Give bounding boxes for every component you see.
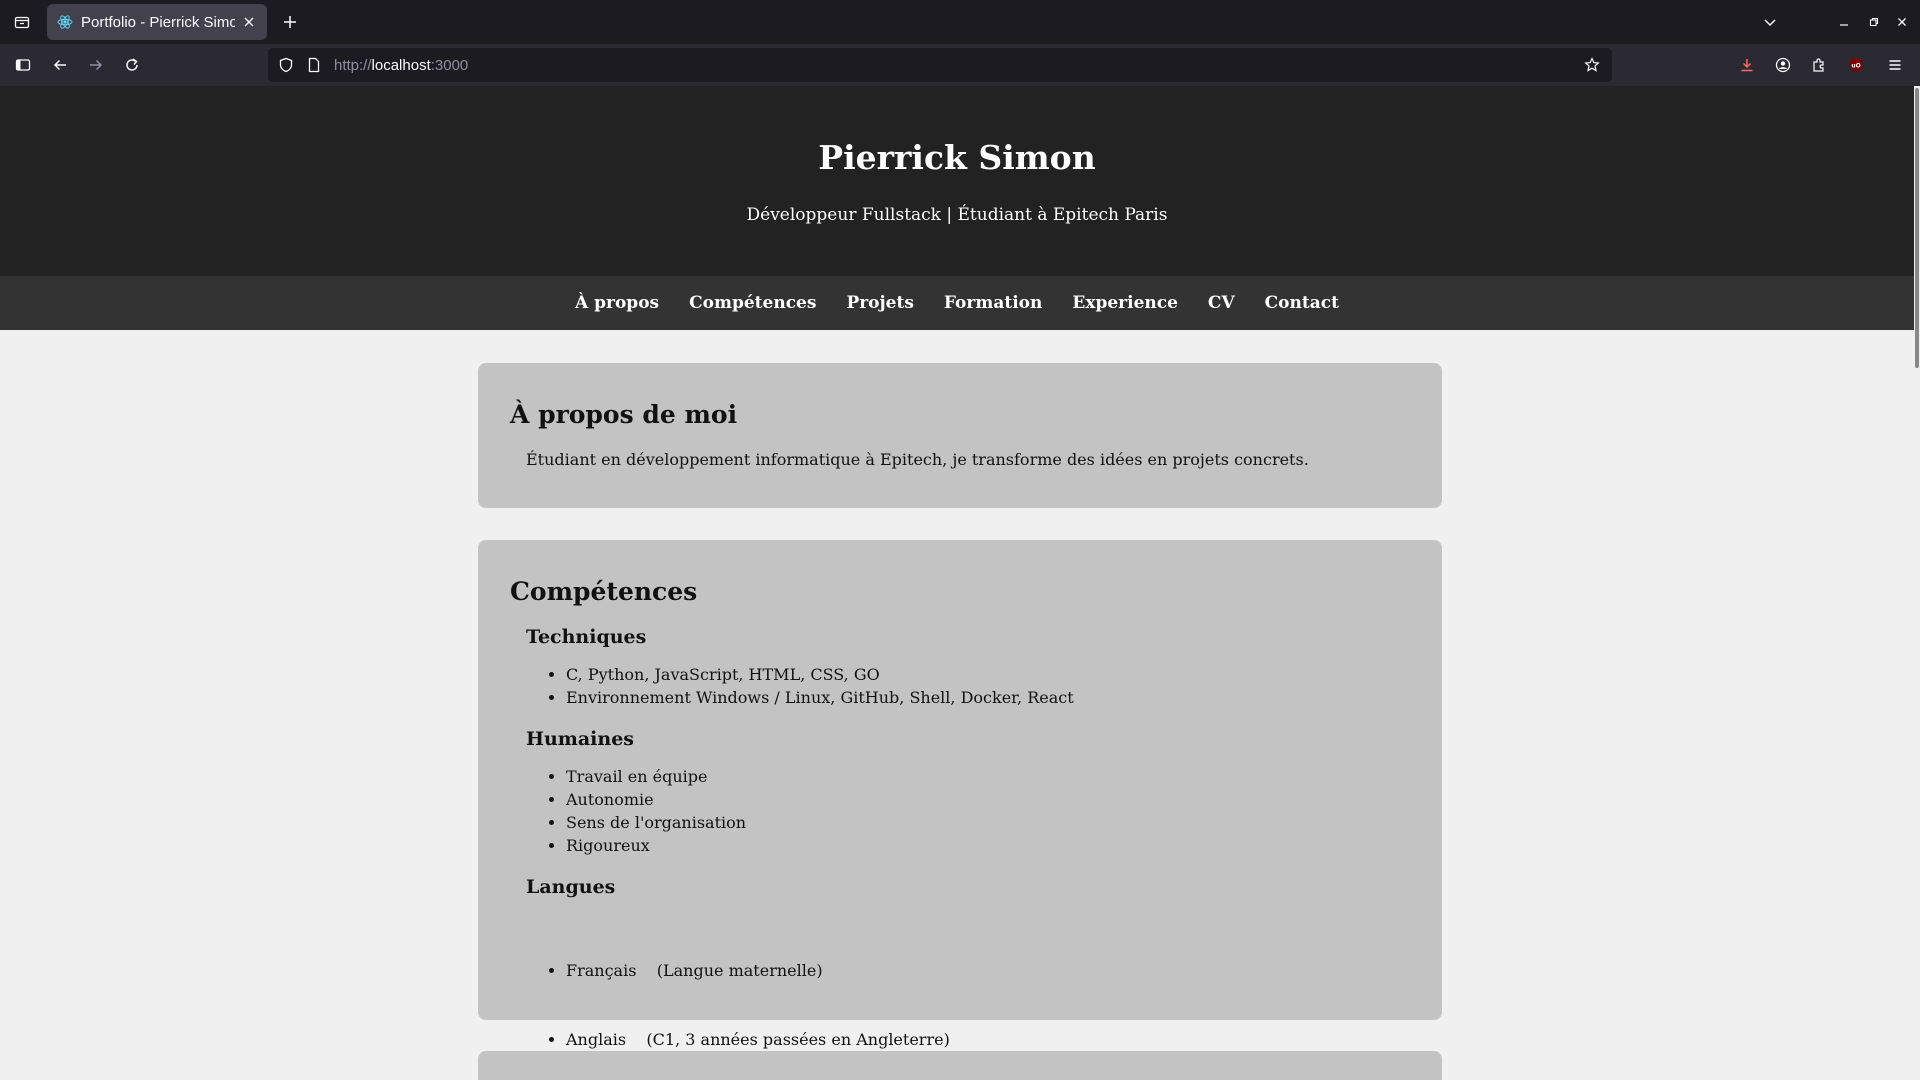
nav-link-contact[interactable]: Contact: [1265, 293, 1339, 313]
menu-icon[interactable]: [1881, 51, 1909, 79]
nav-link-cv[interactable]: CV: [1208, 293, 1235, 313]
minimize-icon[interactable]: [1830, 8, 1858, 36]
skills-human-list: Travail en équipe Autonomie Sens de l'or…: [566, 765, 1410, 857]
page-scrollbar[interactable]: [1914, 86, 1920, 1080]
shield-icon[interactable]: [276, 55, 296, 75]
tab-groups-icon[interactable]: [8, 8, 36, 36]
svg-text:uO: uO: [1851, 63, 1860, 70]
browser-nav-bar: http://localhost:3000 uO: [0, 44, 1920, 86]
nav-link-competences[interactable]: Compétences: [689, 293, 816, 313]
forward-arrow-icon[interactable]: [82, 51, 110, 79]
back-arrow-icon[interactable]: [46, 51, 74, 79]
account-icon[interactable]: [1769, 51, 1797, 79]
react-favicon-icon: [57, 14, 73, 30]
download-icon[interactable]: [1733, 51, 1761, 79]
list-item: Environnement Windows / Linux, GitHub, S…: [566, 686, 1410, 709]
extensions-icon[interactable]: [1805, 51, 1833, 79]
chevron-down-icon[interactable]: [1756, 8, 1784, 36]
list-item: Français (Langue maternelle): [566, 959, 1410, 982]
list-item: Sens de l'organisation: [566, 811, 1410, 834]
skills-languages-title: Langues: [526, 876, 616, 898]
skills-title: Compétences: [510, 577, 698, 606]
url-text[interactable]: http://localhost:3000: [334, 57, 1578, 74]
nav-link-a-propos[interactable]: À propos: [575, 293, 659, 313]
window-close-icon[interactable]: [1888, 8, 1916, 36]
nav-link-projets[interactable]: Projets: [846, 293, 913, 313]
list-item: Anglais (C1, 3 années passées en Anglete…: [566, 1028, 1410, 1051]
reload-icon[interactable]: [118, 51, 146, 79]
list-item: Travail en équipe: [566, 765, 1410, 788]
skills-human-title: Humaines: [526, 728, 634, 750]
about-title: À propos de moi: [510, 400, 738, 429]
scrollbar-thumb[interactable]: [1915, 88, 1919, 368]
skills-technical-title: Techniques: [526, 626, 647, 648]
browser-tab-active[interactable]: Portfolio - Pierrick Simon: [47, 4, 267, 40]
sidebar-icon[interactable]: [9, 51, 37, 79]
star-icon[interactable]: [1578, 51, 1606, 79]
page-icon[interactable]: [304, 55, 324, 75]
nav-link-formation[interactable]: Formation: [944, 293, 1042, 313]
url-bar[interactable]: http://localhost:3000: [268, 48, 1612, 82]
maximize-icon[interactable]: [1860, 8, 1888, 36]
list-item: Rigoureux: [566, 834, 1410, 857]
about-text: Étudiant en développement informatique à…: [526, 450, 1309, 469]
page-viewport: Pierrick Simon Développeur Fullstack | É…: [0, 86, 1920, 1080]
next-section: [478, 1051, 1442, 1080]
tab-title: Portfolio - Pierrick Simon: [81, 13, 235, 31]
browser-tab-bar: Portfolio - Pierrick Simon: [0, 0, 1920, 44]
nav-link-experience[interactable]: Experience: [1072, 293, 1178, 313]
close-icon[interactable]: [241, 14, 257, 30]
site-header: Pierrick Simon Développeur Fullstack | É…: [0, 86, 1914, 276]
site-subtitle: Développeur Fullstack | Étudiant à Epite…: [746, 205, 1168, 225]
site-nav: À propos Compétences Projets Formation E…: [0, 276, 1914, 330]
skills-technical-list: C, Python, JavaScript, HTML, CSS, GO Env…: [566, 663, 1410, 709]
list-item: C, Python, JavaScript, HTML, CSS, GO: [566, 663, 1410, 686]
about-section: À propos de moi Étudiant en développemen…: [478, 363, 1442, 508]
skills-section: Compétences Techniques C, Python, JavaSc…: [478, 540, 1442, 1049]
ublock-icon[interactable]: uO: [1842, 51, 1870, 79]
site-title: Pierrick Simon: [818, 138, 1096, 177]
plus-icon[interactable]: [276, 8, 304, 36]
list-item: Autonomie: [566, 788, 1410, 811]
